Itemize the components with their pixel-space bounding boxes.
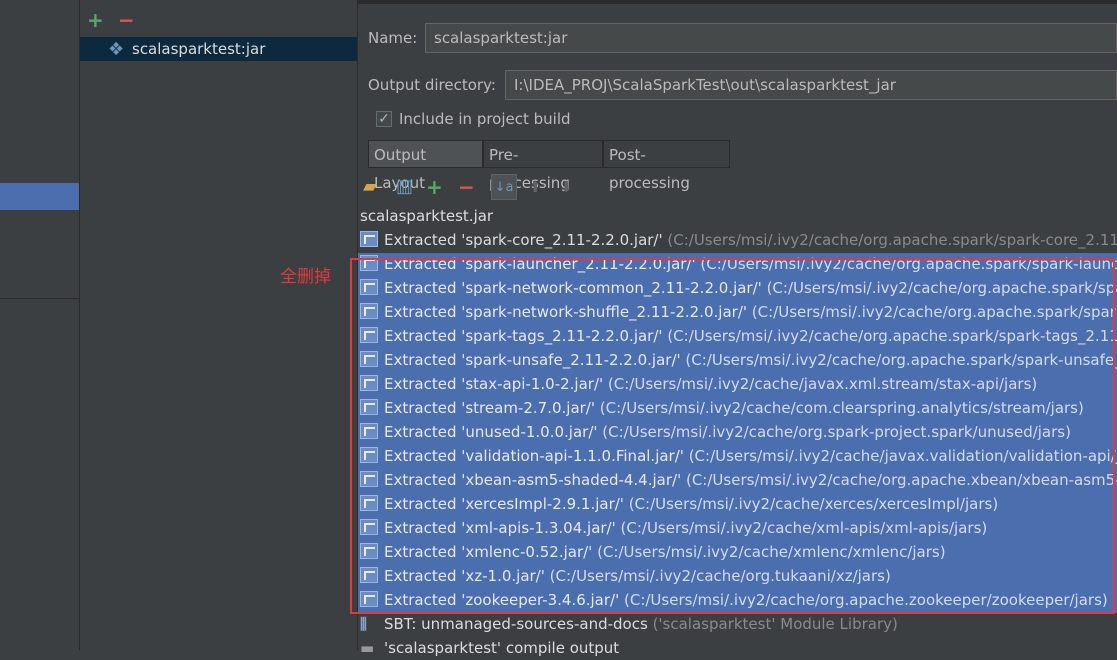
extracted-jar-icon xyxy=(360,231,378,247)
folder-icon: ▬ xyxy=(360,639,375,657)
tab-output-layout[interactable]: Output Layout xyxy=(368,140,483,192)
remove-artifact-button[interactable]: − xyxy=(118,10,135,30)
annotation-text: 全删掉 xyxy=(280,267,331,287)
library-row-name: SBT: unmanaged-sources-and-docs xyxy=(384,615,648,633)
add-copy-button[interactable]: + xyxy=(426,176,443,198)
output-directory-field[interactable]: I:\IDEA_PROJ\ScalaSparkTest\out\scalaspa… xyxy=(505,70,1117,100)
tree-row-name: Extracted 'spark-core_2.11-2.2.0.jar/' xyxy=(384,231,663,249)
left-panel-selected-item[interactable] xyxy=(0,183,79,210)
create-directory-icon[interactable]: ▰ xyxy=(363,176,377,198)
tree-row[interactable]: Extracted 'spark-core_2.11-2.2.0.jar/' (… xyxy=(360,228,1117,252)
name-label: Name: xyxy=(368,29,418,47)
tab-pre-processing[interactable]: Pre-processing xyxy=(483,140,603,192)
root-jar-label: scalasparktest.jar xyxy=(360,207,494,225)
sort-elements-button[interactable]: ↓a xyxy=(491,174,517,200)
move-up-button[interactable]: ⬆ xyxy=(529,176,542,198)
output-directory-label: Output directory: xyxy=(368,76,496,94)
name-field[interactable]: scalasparktest:jar xyxy=(425,23,1117,53)
compile-output-label: 'scalasparktest' compile output xyxy=(384,639,620,657)
move-down-button[interactable]: ⬇ xyxy=(560,176,573,198)
top-border xyxy=(358,0,1117,4)
tree-root-node[interactable]: scalasparktest.jar xyxy=(360,204,1117,228)
tab-post-processing[interactable]: Post-processing xyxy=(603,140,730,192)
library-row-path: ('scalasparktest' Module Library) xyxy=(652,615,898,633)
artifacts-list-panel xyxy=(80,0,357,650)
artifact-list-item[interactable]: ❖ scalasparktest:jar xyxy=(80,37,357,61)
annotation-highlight-box xyxy=(350,258,1115,614)
create-archive-icon[interactable]: ▥ xyxy=(396,176,413,198)
artifact-item-label: scalasparktest:jar xyxy=(132,40,266,58)
left-panel-separator xyxy=(0,298,79,299)
left-navigation-panel xyxy=(0,0,79,650)
include-in-build-label[interactable]: Include in project build xyxy=(399,110,571,128)
tree-row-path: (C:/Users/msi/.ivy2/cache/org.apache.spa… xyxy=(667,231,1117,249)
remove-button[interactable]: − xyxy=(458,176,475,198)
library-icon: ⫼ xyxy=(360,615,367,633)
add-artifact-button[interactable]: + xyxy=(87,10,104,30)
jar-artifact-icon: ❖ xyxy=(108,39,125,60)
include-in-build-checkbox[interactable]: ✓ xyxy=(376,111,392,127)
compile-output-tree-row[interactable]: ▬ 'scalasparktest' compile output xyxy=(360,636,1117,660)
library-tree-row[interactable]: ⫼ SBT: unmanaged-sources-and-docs ('scala… xyxy=(360,612,1117,636)
